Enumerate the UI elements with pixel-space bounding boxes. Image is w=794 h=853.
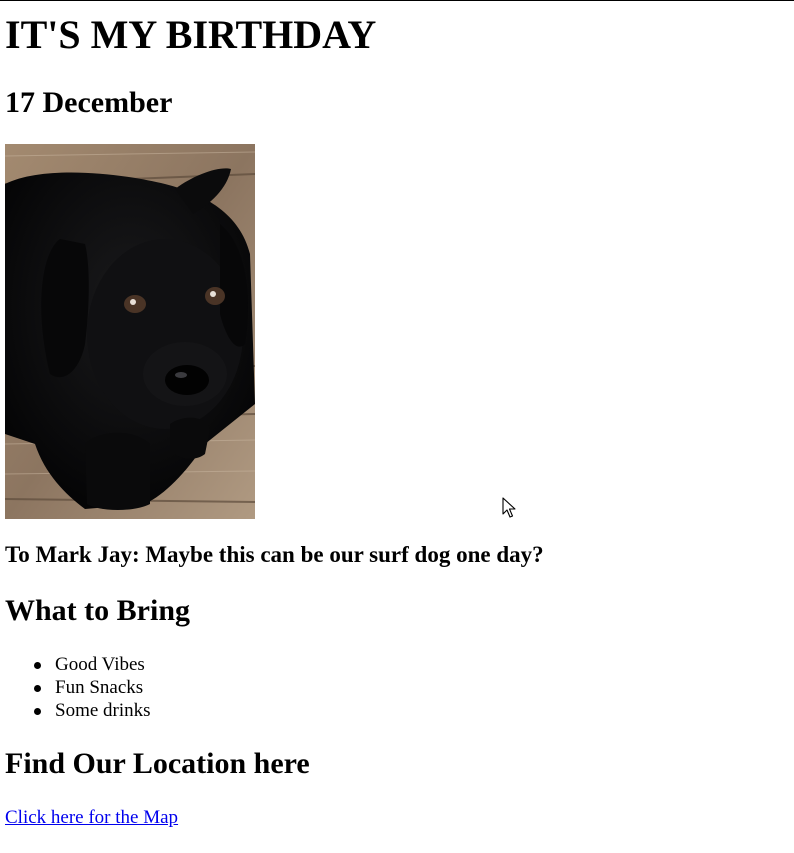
bring-list: Good Vibes Fun Snacks Some drinks	[5, 653, 151, 722]
list-item-label: Some drinks	[55, 700, 151, 721]
party-date: 17 December	[5, 86, 173, 119]
bullet-icon	[34, 708, 41, 715]
location-heading: Find Our Location here	[5, 747, 310, 780]
bullet-icon	[34, 662, 41, 669]
photo-caption: To Mark Jay: Maybe this can be our surf …	[5, 542, 544, 567]
mouse-pointer-icon	[502, 497, 516, 518]
list-item-label: Fun Snacks	[55, 677, 144, 698]
list-item: Good Vibes	[5, 653, 151, 676]
list-item-label: Good Vibes	[55, 654, 145, 675]
list-item: Some drinks	[5, 699, 151, 722]
page-title: IT'S MY BIRTHDAY	[5, 12, 377, 57]
list-item: Fun Snacks	[5, 676, 151, 699]
top-divider	[0, 0, 794, 1]
puppy-image	[5, 144, 255, 519]
bring-heading: What to Bring	[5, 594, 191, 627]
map-link[interactable]: Click here for the Map	[5, 806, 178, 829]
bullet-icon	[34, 685, 41, 692]
